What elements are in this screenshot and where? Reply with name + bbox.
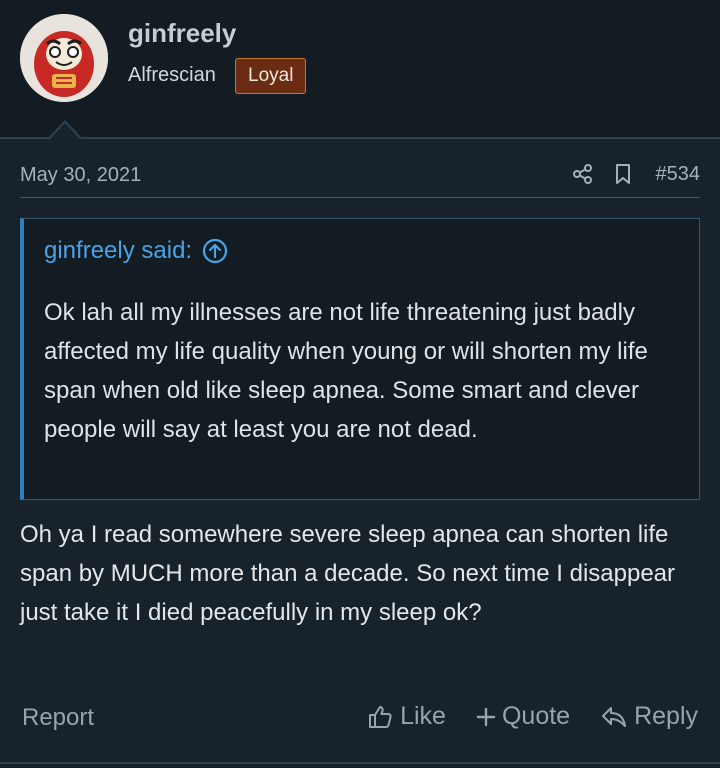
like-label: Like xyxy=(400,702,446,730)
daruma-avatar-icon xyxy=(20,14,108,102)
post-date[interactable]: May 30, 2021 xyxy=(20,164,141,187)
quote-block: ginfreely said: Ok lah all my illnesses … xyxy=(20,218,700,500)
post-actions: #534 xyxy=(570,158,701,190)
meta-divider xyxy=(20,197,700,198)
header-divider xyxy=(0,137,720,139)
thumbs-up-icon xyxy=(369,705,392,728)
username[interactable]: ginfreely xyxy=(128,18,236,49)
quote-author-link[interactable]: ginfreely said: xyxy=(44,237,228,265)
bottom-divider xyxy=(0,762,720,764)
bookmark-icon[interactable] xyxy=(610,161,636,187)
quote-author[interactable]: ginfreely said: xyxy=(44,237,192,265)
reply-button[interactable]: Reply xyxy=(600,702,698,731)
avatar[interactable] xyxy=(20,14,108,102)
reply-label: Reply xyxy=(634,702,698,730)
quote-label: Quote xyxy=(501,702,571,730)
post-footer: Report Like Quote Reply xyxy=(0,700,720,740)
reply-icon xyxy=(602,706,627,727)
post-number[interactable]: #534 xyxy=(656,163,701,186)
user-header: ginfreely Alfrescian Loyal xyxy=(0,0,720,138)
share-icon[interactable] xyxy=(570,161,596,187)
user-title: Alfrescian xyxy=(128,64,216,86)
plus-icon xyxy=(476,707,496,726)
like-button[interactable]: Like xyxy=(366,702,446,731)
quote-text: Ok lah all my illnesses are not life thr… xyxy=(44,299,648,443)
arrow-up-circle-icon[interactable] xyxy=(202,238,228,264)
footer-actions: Like Quote Reply xyxy=(366,702,698,731)
user-badge: Loyal xyxy=(235,58,307,94)
report-link[interactable]: Report xyxy=(22,704,94,732)
post-body: Oh ya I read somewhere severe sleep apne… xyxy=(20,521,676,626)
quote-button[interactable]: Quote xyxy=(476,702,570,731)
